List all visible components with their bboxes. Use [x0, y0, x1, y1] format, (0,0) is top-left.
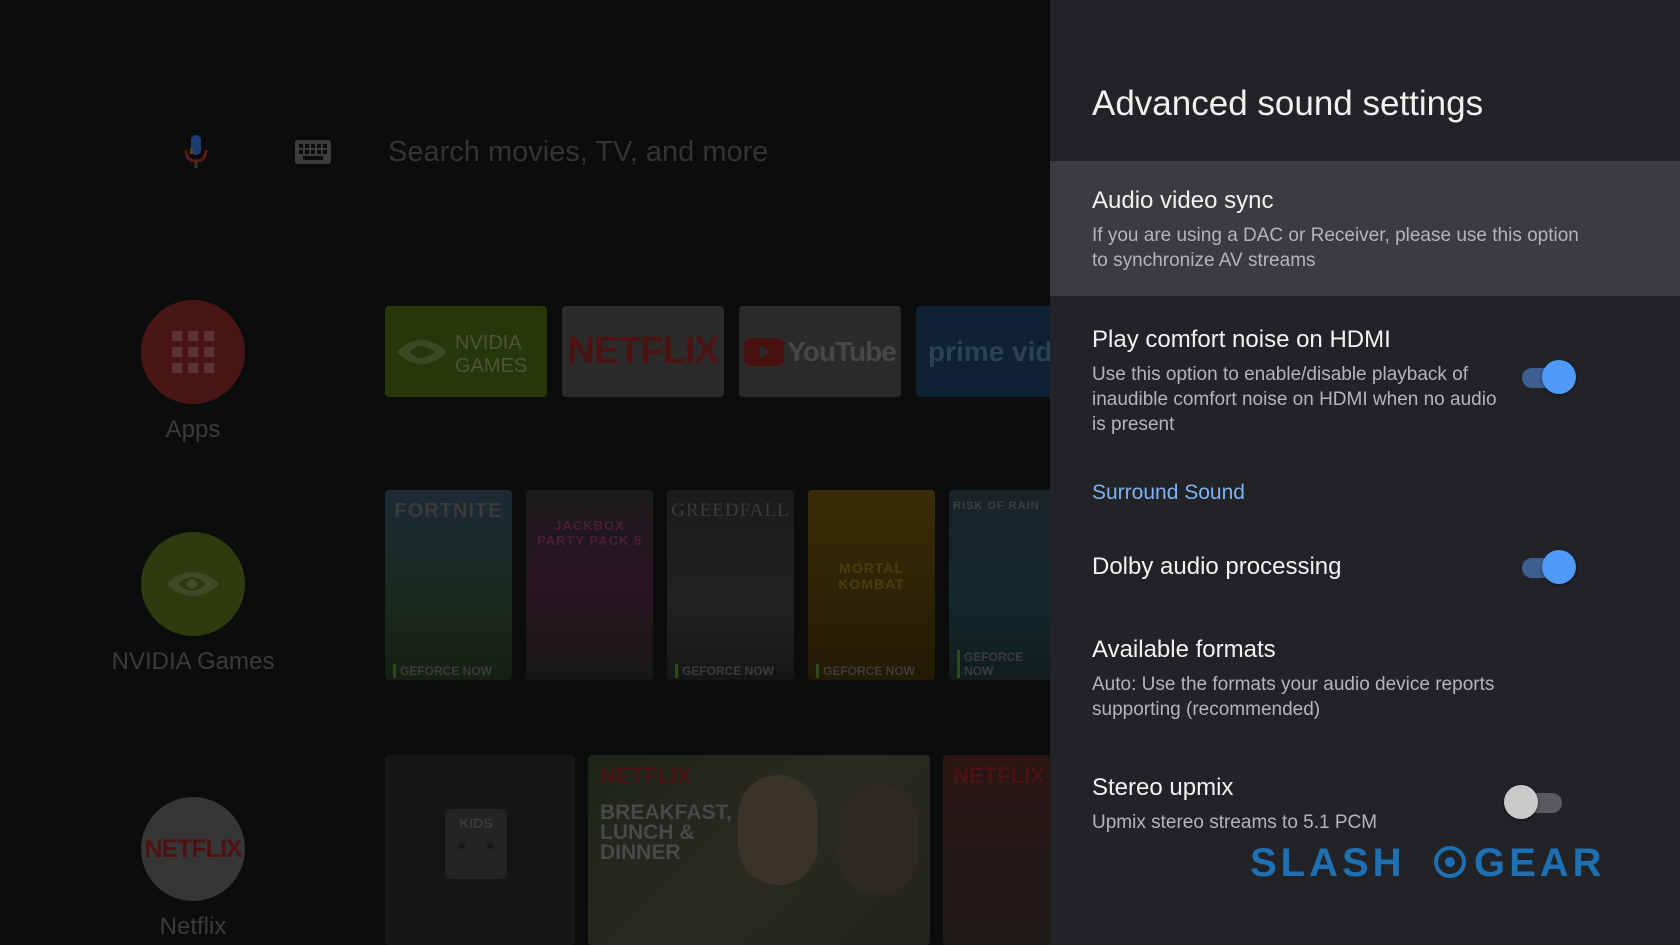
toggle-thumb	[1542, 550, 1576, 584]
keyboard-icon[interactable]	[295, 140, 331, 164]
description-line: If you are using a DAC or Receiver, plea…	[1092, 225, 1579, 246]
setting-title: Available formats	[1092, 636, 1276, 663]
netflix-logo: NETFLIX	[600, 763, 692, 788]
setting-title: Stereo upmix	[1092, 774, 1234, 801]
setting-description: Use this option to enable/disable playba…	[1092, 362, 1512, 437]
game-title: RISK OF RAIN	[953, 500, 1040, 512]
setting-title: Audio video sync	[1092, 187, 1274, 214]
youtube-logo	[744, 337, 785, 366]
sidebar-label: Apps	[165, 416, 221, 443]
game-tile-mortal-kombat[interactable]: MORTAL KOMBAT GEFORCE NOW	[808, 490, 935, 680]
nvidia-icon	[141, 532, 245, 636]
setting-audio-video-sync[interactable]: Audio video sync If you are using a DAC …	[1050, 161, 1680, 296]
bottom-tile-kids[interactable]: KIDS	[385, 755, 575, 945]
app-tile-youtube[interactable]: YouTube	[739, 306, 901, 397]
netflix-logo: NETFLIX	[953, 763, 1045, 788]
geforce-now-badge: GEFORCE NOW	[675, 664, 774, 678]
description-line: Upmix stereo streams to 5.1 PCM	[1092, 812, 1378, 833]
show-title: BREAKFAST, LUNCH & DINNER	[600, 801, 732, 864]
search-placeholder[interactable]: Search movies, TV, and more	[388, 136, 768, 169]
geforce-now-badge: GEFORCE NOW	[957, 650, 1050, 678]
description-line: Use this option to enable/disable playba…	[1092, 364, 1469, 385]
description-line: inaudible comfort noise on HDMI when no …	[1092, 389, 1497, 410]
sidebar-label: NVIDIA Games	[111, 648, 275, 675]
sidebar-label: Netflix	[159, 913, 227, 940]
game-tile-greedfall[interactable]: GREEDFALL GEFORCE NOW	[667, 490, 794, 680]
youtube-wordmark: YouTube	[787, 335, 897, 367]
dolby-audio-toggle[interactable]	[1518, 547, 1578, 587]
game-title: FORTNITE	[394, 500, 503, 522]
kids-icon: KIDS	[445, 809, 507, 879]
setting-description: Auto: Use the formats your audio device …	[1092, 672, 1494, 722]
setting-title: Play comfort noise on HDMI	[1092, 326, 1391, 353]
setting-available-formats[interactable]: Available formats Auto: Use the formats …	[1050, 625, 1680, 725]
settings-panel: Advanced sound settings Audio video sync…	[1050, 0, 1680, 945]
prime-video-logo: prime video	[928, 335, 1050, 367]
game-tile-jackbox[interactable]: JACKBOX PARTY PACK 5	[526, 490, 653, 680]
comfort-noise-toggle[interactable]	[1518, 357, 1578, 397]
description-line: supporting (recommended)	[1092, 699, 1321, 720]
description-line: is present	[1092, 414, 1175, 435]
sidebar-item-nvidia-games[interactable]: NVIDIA Games	[112, 532, 274, 675]
home-screen: Search movies, TV, and more Apps NVIDIA …	[0, 0, 1050, 945]
game-tile-fortnite[interactable]: FORTNITE GEFORCE NOW	[385, 490, 512, 680]
toggle-thumb	[1542, 360, 1576, 394]
setting-comfort-noise-hdmi[interactable]: Play comfort noise on HDMI Use this opti…	[1050, 315, 1680, 445]
app-tile-prime-video[interactable]: prime video	[916, 306, 1050, 397]
setting-description: If you are using a DAC or Receiver, plea…	[1092, 223, 1579, 273]
svg-text:NVIDIA: NVIDIA	[455, 332, 522, 354]
game-title: GREEDFALL	[671, 500, 790, 521]
kids-label: KIDS	[459, 815, 493, 831]
game-tile-risk-of-rain[interactable]: RISK OF RAIN GEFORCE NOW	[949, 490, 1050, 680]
toggle-thumb	[1504, 785, 1538, 819]
setting-dolby-audio-processing[interactable]: Dolby audio processing	[1050, 540, 1680, 600]
person-image	[738, 775, 818, 885]
setting-title: Dolby audio processing	[1092, 553, 1342, 580]
description-line: Auto: Use the formats your audio device …	[1092, 674, 1495, 695]
sidebar-item-apps[interactable]: Apps	[138, 300, 248, 443]
search-bar[interactable]: Search movies, TV, and more	[0, 128, 1050, 176]
nvidia-games-logo: NVIDIA GAMES	[397, 332, 527, 377]
geforce-now-badge: GEFORCE NOW	[816, 664, 915, 678]
stereo-upmix-toggle[interactable]	[1504, 782, 1566, 822]
game-title: MORTAL KOMBAT	[838, 560, 905, 592]
slashgear-watermark: SLASH GEAR	[1250, 841, 1606, 884]
netflix-logo: NETFLIX	[567, 330, 719, 372]
game-title: JACKBOX PARTY PACK 5	[536, 518, 643, 548]
app-tile-netflix[interactable]: NETFLIX	[562, 306, 724, 397]
svg-text:SLASH: SLASH	[1250, 841, 1406, 884]
setting-description: Upmix stereo streams to 5.1 PCM	[1092, 810, 1377, 835]
app-tile-nvidia-games[interactable]: NVIDIA GAMES	[385, 306, 547, 397]
svg-text:GEAR: GEAR	[1474, 841, 1606, 884]
description-line: to synchronize AV streams	[1092, 250, 1316, 271]
apps-grid-icon	[141, 300, 245, 404]
sidebar-item-netflix[interactable]: NETFLIX Netflix	[138, 797, 248, 940]
microphone-icon[interactable]	[176, 132, 216, 172]
setting-stereo-upmix[interactable]: Stereo upmix Upmix stereo streams to 5.1…	[1050, 763, 1680, 843]
bottom-tile-netflix-show[interactable]: NETFLIX	[943, 755, 1050, 945]
bottom-tile-breakfast-lunch-dinner[interactable]: NETFLIX BREAKFAST, LUNCH & DINNER	[588, 755, 930, 945]
person-image	[838, 785, 918, 895]
netflix-wordmark: NETFLIX	[144, 834, 242, 863]
panel-title: Advanced sound settings	[1092, 84, 1484, 123]
geforce-now-badge: GEFORCE NOW	[393, 664, 492, 678]
svg-text:GAMES: GAMES	[455, 355, 527, 377]
section-header-surround-sound: Surround Sound	[1092, 481, 1245, 504]
netflix-icon: NETFLIX	[141, 797, 245, 901]
